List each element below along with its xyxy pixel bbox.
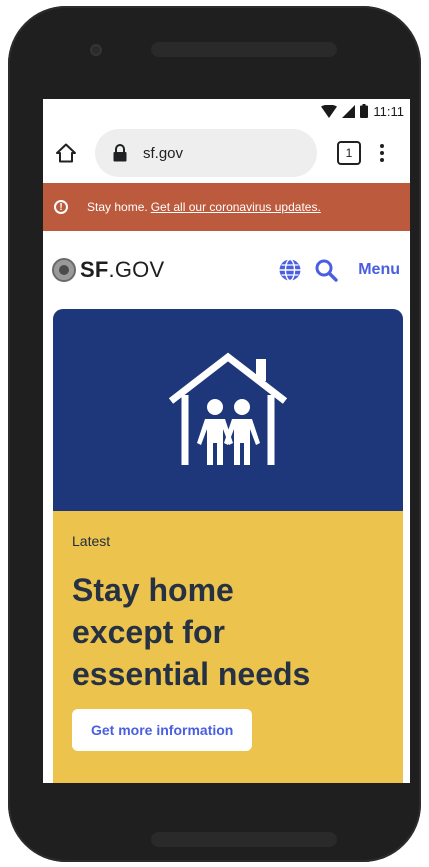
more-icon (380, 144, 384, 148)
status-time: 11:11 (373, 103, 404, 119)
signal-icon (342, 104, 356, 118)
get-more-information-button[interactable]: Get more information (72, 709, 253, 751)
url-text: sf.gov (143, 144, 184, 162)
home-icon (56, 143, 76, 163)
phone-frame: 11:11 sf.gov 1 ! Stay home. Get all our … (8, 6, 421, 862)
alert-message: Stay home. Get all our coronavirus update… (87, 200, 321, 214)
speaker-bottom (151, 832, 337, 847)
camera (90, 44, 102, 56)
hero-card: Latest Stay home except for essential ne… (53, 309, 403, 783)
hero-headline: Stay home except for essential needs (72, 569, 384, 695)
coronavirus-updates-link[interactable]: Get all our coronavirus updates. (151, 200, 321, 214)
alert-text: Stay home. (87, 200, 148, 214)
speaker-top (151, 42, 337, 57)
battery-icon (360, 104, 369, 118)
browser-toolbar: sf.gov 1 (43, 123, 410, 183)
screen: 11:11 sf.gov 1 ! Stay home. Get all our … (43, 99, 410, 783)
site-header: SF.GOV Menu (43, 231, 410, 309)
hero-kicker: Latest (72, 533, 111, 549)
status-bar: 11:11 (43, 99, 410, 123)
more-icon-dot (380, 151, 384, 155)
globe-icon[interactable] (278, 258, 302, 282)
address-bar[interactable]: sf.gov (95, 129, 317, 177)
lock-icon (113, 143, 131, 163)
headline-line: Stay home (72, 572, 234, 608)
more-icon-dot (380, 158, 384, 162)
house-family-icon (168, 352, 288, 465)
tab-count: 1 (345, 146, 353, 160)
alert-banner: ! Stay home. Get all our coronavirus upda… (43, 183, 410, 231)
hero-content: Latest Stay home except for essential ne… (53, 511, 403, 783)
tabs-button[interactable]: 1 (337, 141, 361, 165)
site-logo[interactable]: SF.GOV (80, 257, 164, 283)
header-actions: Menu (278, 258, 410, 282)
search-icon[interactable] (314, 258, 338, 282)
wifi-icon (321, 104, 338, 118)
more-menu-button[interactable] (379, 144, 385, 162)
logo-bold: SF (80, 257, 109, 282)
menu-button[interactable]: Menu (358, 261, 400, 279)
logo-rest: .GOV (108, 257, 165, 282)
headline-line: essential needs (72, 656, 311, 692)
home-button[interactable] (45, 132, 87, 174)
headline-line: except for (72, 614, 225, 650)
hero-image (53, 309, 403, 511)
alert-icon: ! (54, 200, 68, 214)
seal-icon (52, 258, 76, 282)
